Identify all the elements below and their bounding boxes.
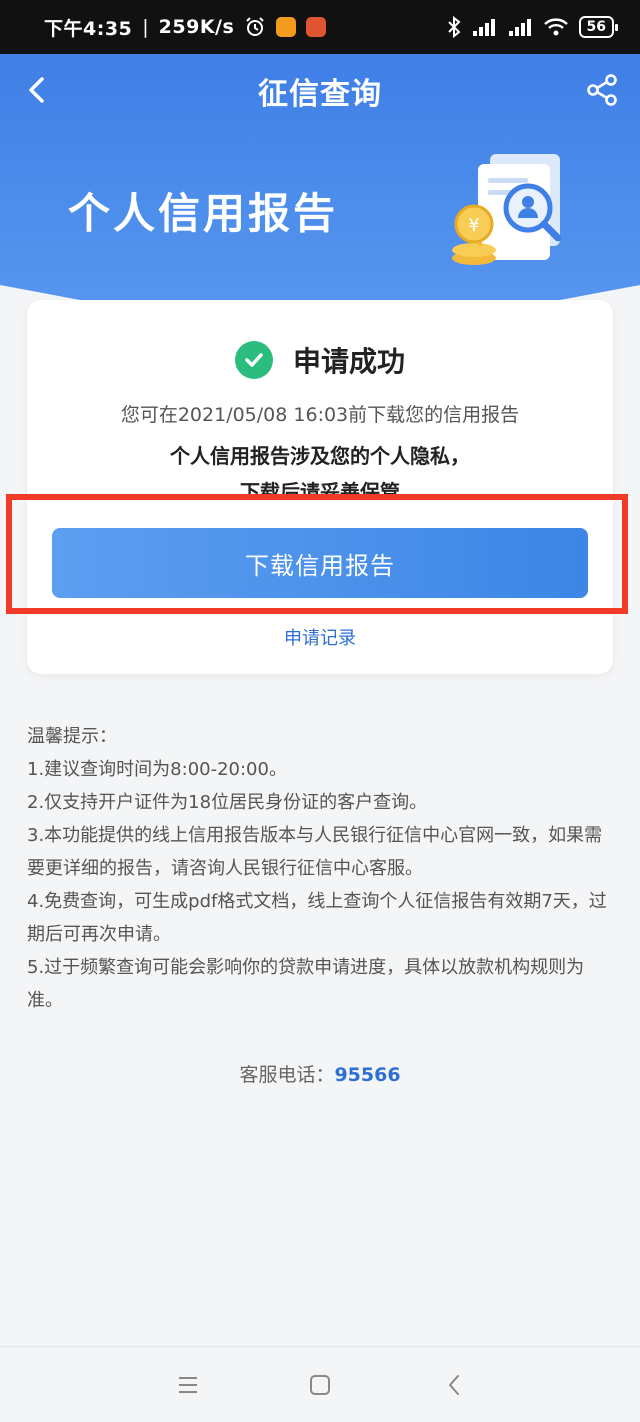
network-speed: 259K/s <box>158 16 235 38</box>
tips-section: 温馨提示： 1.建议查询时间为8:00-20:00。 2.仅支持开户证件为18位… <box>27 720 617 1017</box>
tip-item: 2.仅支持开户证件为18位居民身份证的客户查询。 <box>27 792 428 813</box>
menu-icon <box>179 1377 197 1393</box>
download-deadline-text: 您可在2021/05/08 16:03前下载您的信用报告 <box>120 404 520 426</box>
hero-title: 个人信用报告 <box>68 189 339 238</box>
tip-item: 3.本功能提供的线上信用报告版本与人民银行征信中心官网一致，如果需要更详细的报告… <box>27 825 603 879</box>
wifi-icon <box>543 16 569 38</box>
app-notification-icon <box>306 17 327 37</box>
status-right: 56 <box>447 16 619 38</box>
app-notification-icon <box>276 17 297 37</box>
svg-text:¥: ¥ <box>468 215 479 236</box>
back-button[interactable] <box>18 72 54 108</box>
alarm-icon <box>244 16 266 38</box>
share-button[interactable] <box>582 70 622 110</box>
share-icon <box>587 74 617 106</box>
status-bar: 下午4:35 | 259K/s 56 <box>0 0 640 54</box>
nav-bar: 征信查询 <box>0 54 640 128</box>
signal-icon <box>507 16 533 38</box>
tips-heading: 温馨提示： <box>27 726 117 747</box>
highlight-frame <box>6 494 628 614</box>
back-nav-button[interactable] <box>442 1373 466 1397</box>
status-separator: | <box>142 16 149 38</box>
page-title: 征信查询 <box>258 77 382 112</box>
tip-item: 4.免费查询，可生成pdf格式文档，线上查询个人征信报告有效期7天，过期后可再次… <box>27 891 607 945</box>
report-illustration: ¥ <box>448 146 578 276</box>
result-card: 申请成功 您可在2021/05/08 16:03前下载您的信用报告 个人信用报告… <box>27 300 613 674</box>
success-row: 申请成功 <box>27 340 613 380</box>
menu-button[interactable] <box>176 1373 200 1397</box>
hotline-number[interactable]: 95566 <box>334 1064 400 1086</box>
hotline-label: 客服电话： <box>239 1064 335 1086</box>
success-check-icon <box>234 341 273 379</box>
battery-icon: 56 <box>578 16 619 38</box>
tip-item: 1.建议查询时间为8:00-20:00。 <box>27 759 287 780</box>
system-nav-bar <box>0 1346 640 1422</box>
home-square-icon <box>310 1375 330 1395</box>
bluetooth-icon <box>447 16 461 38</box>
back-chevron-icon <box>449 1375 459 1395</box>
privacy-notice-text-2: 下载后请妥善保管 <box>240 480 400 494</box>
status-left: 下午4:35 | 259K/s <box>44 14 327 41</box>
home-button[interactable] <box>308 1373 332 1397</box>
application-records-link[interactable]: 申请记录 <box>27 624 613 650</box>
privacy-notice-text: 个人信用报告涉及您的个人隐私， <box>170 444 470 468</box>
signal-icon <box>471 16 497 38</box>
customer-service-hotline: 客服电话：95566 <box>0 1060 640 1087</box>
status-time: 下午4:35 <box>44 17 133 40</box>
success-label: 申请成功 <box>292 345 405 378</box>
chevron-left-icon <box>29 77 44 103</box>
tip-item: 5.过于频繁查询可能会影响你的贷款申请进度，具体以放款机构规则为准。 <box>27 957 585 1011</box>
